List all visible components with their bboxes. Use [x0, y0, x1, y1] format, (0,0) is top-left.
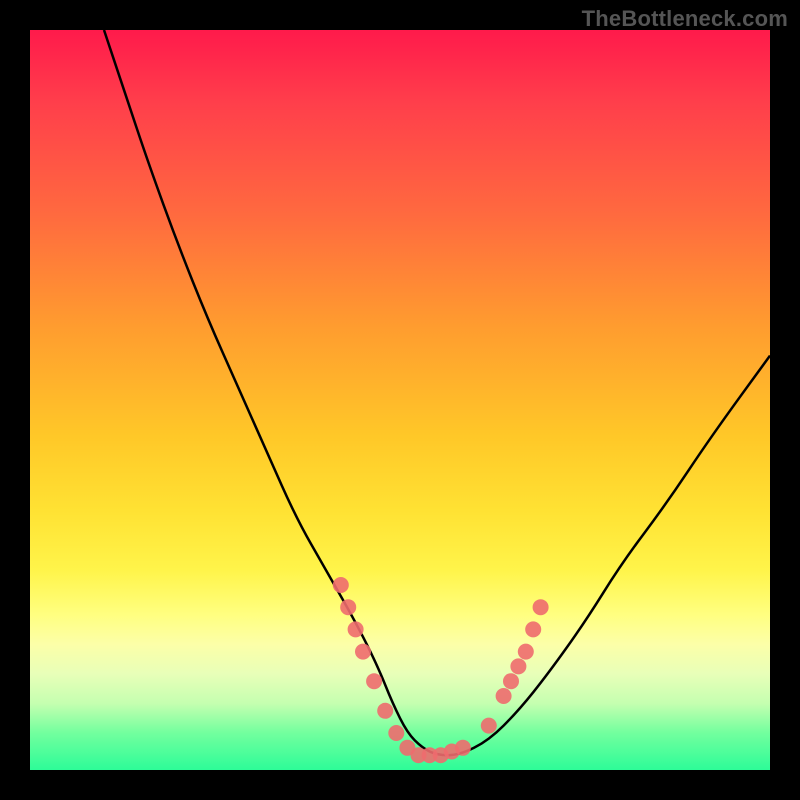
data-marker — [348, 621, 364, 637]
data-marker — [503, 673, 519, 689]
chart-frame: TheBottleneck.com — [0, 0, 800, 800]
data-marker — [496, 688, 512, 704]
data-marker — [377, 703, 393, 719]
data-marker — [399, 740, 415, 756]
data-marker — [533, 599, 549, 615]
data-marker — [333, 577, 349, 593]
data-marker — [444, 744, 460, 760]
bottleneck-curve — [104, 30, 770, 755]
chart-svg — [30, 30, 770, 770]
data-marker — [366, 673, 382, 689]
data-marker — [481, 718, 497, 734]
watermark-text: TheBottleneck.com — [582, 6, 788, 32]
data-marker — [340, 599, 356, 615]
data-marker — [388, 725, 404, 741]
data-marker — [433, 747, 449, 763]
data-marker — [525, 621, 541, 637]
data-marker — [455, 740, 471, 756]
data-marker — [510, 658, 526, 674]
data-marker — [411, 747, 427, 763]
data-marker — [355, 644, 371, 660]
plot-area — [30, 30, 770, 770]
data-marker — [518, 644, 534, 660]
data-marker — [422, 747, 438, 763]
